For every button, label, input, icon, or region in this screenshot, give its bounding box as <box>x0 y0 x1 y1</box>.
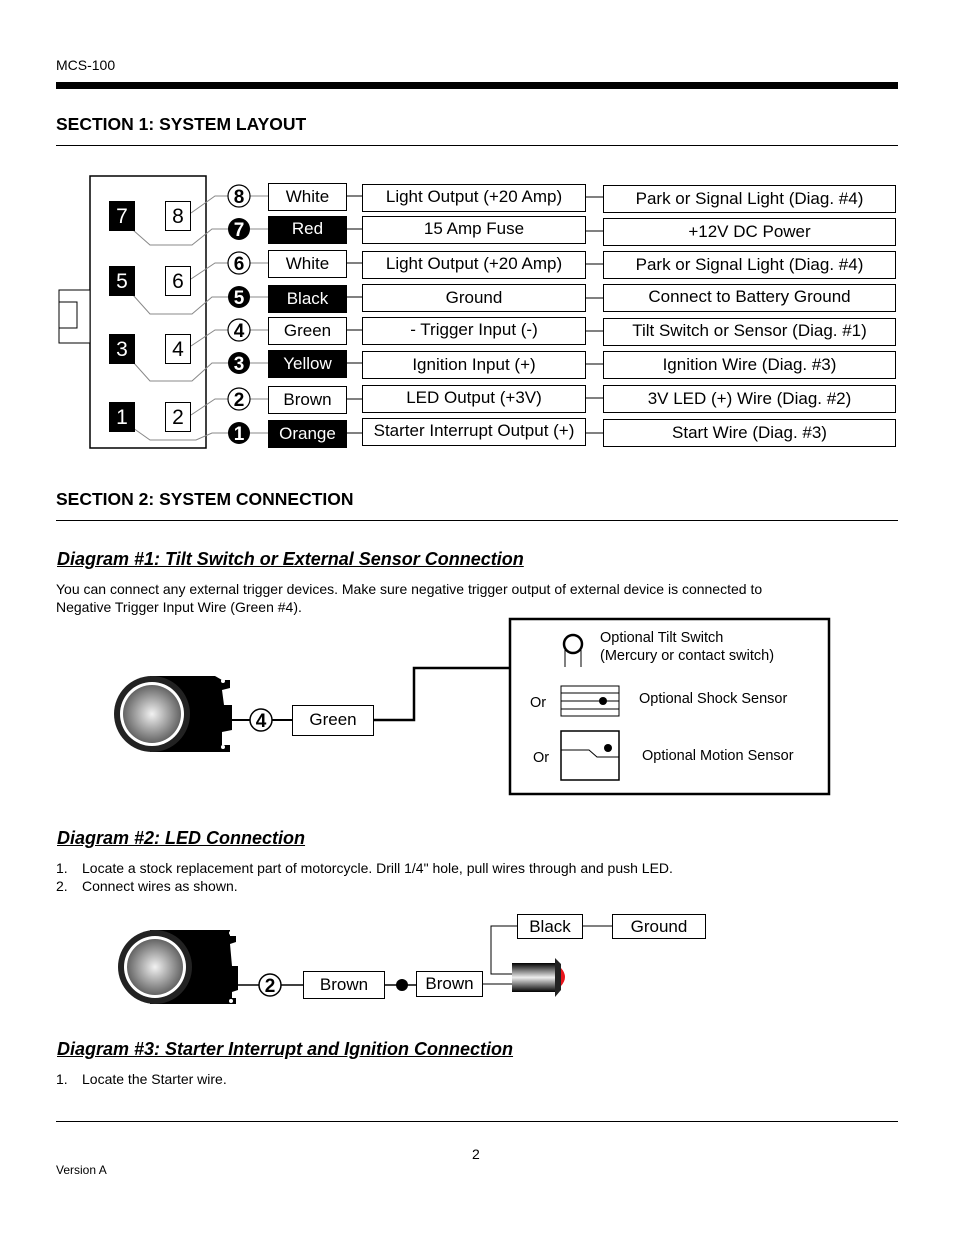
wire-destination-5: Connect to Battery Ground <box>603 284 896 312</box>
wire-function-1: Starter Interrupt Output (+) <box>362 418 586 446</box>
diagram1-description-line1: You can connect any external trigger dev… <box>56 581 763 597</box>
wire-destination-8: Park or Signal Light (Diag. #4) <box>603 185 896 213</box>
tilt-switch-sublabel: (Mercury or contact switch) <box>600 648 775 664</box>
wire-function-7: 15 Amp Fuse <box>362 216 586 244</box>
diagram2-pin-label: 2 <box>265 976 276 997</box>
diagram2-step-1: 1. Locate a stock replacement part of mot… <box>56 860 673 876</box>
step-text: Locate the Starter wire. <box>82 1071 227 1087</box>
pin-circle-label-1: 1 <box>234 424 245 445</box>
step-text: Connect wires as shown. <box>82 878 238 894</box>
wire-destination-6: Park or Signal Light (Diag. #4) <box>603 251 896 279</box>
diagram2-title: Diagram #2: LED Connection <box>57 828 306 848</box>
diagram2-step-2: 2. Connect wires as shown. <box>56 878 238 894</box>
wire-destination-3: Ignition Wire (Diag. #3) <box>603 351 896 379</box>
step-number: 1. <box>56 1071 68 1087</box>
pin-circle-label-7: 7 <box>234 220 245 241</box>
wire-function-2: LED Output (+3V) <box>362 385 586 413</box>
wire-function-8: Light Output (+20 Amp) <box>362 184 586 212</box>
wire-function-6: Light Output (+20 Amp) <box>362 251 586 279</box>
diagram1-wire <box>374 666 511 722</box>
wire-color-8: White <box>268 183 347 211</box>
diagram1-title: Diagram #1: Tilt Switch or External Sens… <box>57 549 524 569</box>
pin-circle-label-8: 8 <box>234 187 245 208</box>
diagram3-title: Diagram #3: Starter Interrupt and Igniti… <box>57 1039 514 1059</box>
connector-pin-7: 7 <box>109 201 135 231</box>
diagram2-wire-label: Brown <box>303 971 385 999</box>
diagram1-description-line2: Negative Trigger Input Wire (Green #4). <box>56 599 302 615</box>
wire-leads <box>250 195 268 434</box>
page-number: 2 <box>472 1146 480 1162</box>
motion-sensor-icon <box>560 730 620 781</box>
diagram1-wire-label: Green <box>292 705 374 736</box>
tilt-switch-label: Optional Tilt Switch <box>600 630 724 646</box>
led-body <box>512 963 556 992</box>
led-ground-wire-label: Black <box>517 914 583 939</box>
shock-sensor-icon <box>560 685 620 717</box>
connector-pin-8: 8 <box>165 201 191 231</box>
wire-color-3: Yellow <box>268 350 347 378</box>
pin-circle-label-3: 3 <box>234 354 245 375</box>
led-lens <box>561 968 565 986</box>
section2-title: SECTION 2: SYSTEM CONNECTION <box>56 489 354 509</box>
wire-color-1: Orange <box>268 420 347 448</box>
diagram3-step-1: 1. Locate the Starter wire. <box>56 1071 227 1087</box>
connector-pin-1: 1 <box>109 402 135 432</box>
pin-circle-label-6: 6 <box>234 254 245 275</box>
connector-pin-2: 2 <box>165 402 191 432</box>
or-label-1: Or <box>530 695 547 711</box>
wire-destination-4: Tilt Switch or Sensor (Diag. #1) <box>603 318 896 346</box>
pin-circle-label-5: 5 <box>234 288 245 309</box>
motion-sensor-label: Optional Motion Sensor <box>642 748 794 764</box>
footer-rule <box>56 1121 898 1122</box>
step-number: 2. <box>56 878 68 894</box>
connector-pin-4: 4 <box>165 334 191 364</box>
or-label-2: Or <box>533 750 550 766</box>
wire-destination-7: +12V DC Power <box>603 218 896 246</box>
pin-circle-label-4: 4 <box>234 321 245 342</box>
wire-color-7: Red <box>268 216 347 244</box>
splice-dot <box>396 979 408 991</box>
shock-sensor-label: Optional Shock Sensor <box>639 691 788 707</box>
version-label: Version A <box>56 1163 107 1177</box>
ground-label: Ground <box>612 914 706 939</box>
wire-function-3: Ignition Input (+) <box>362 351 586 379</box>
led-wire-label: Brown <box>416 971 483 997</box>
connector-pin-6: 6 <box>165 266 191 296</box>
siren-lens-2 <box>127 939 183 995</box>
wire-color-5: Black <box>268 285 347 313</box>
diagram1-pin-label: 4 <box>256 711 267 732</box>
pin-circle-label-2: 2 <box>234 390 245 411</box>
wire-function-5: Ground <box>362 284 586 312</box>
connector-pin-3: 3 <box>109 334 135 364</box>
step-text: Locate a stock replacement part of motor… <box>82 860 673 876</box>
wire-color-2: Brown <box>268 386 347 414</box>
connector-pin-5: 5 <box>109 266 135 296</box>
wire-color-4: Green <box>268 317 347 345</box>
siren-lens <box>123 685 181 743</box>
wire-color-6: White <box>268 250 347 278</box>
section2-rule <box>56 520 898 521</box>
connector-latch-inner <box>58 301 78 329</box>
tilt-switch-icon <box>562 633 584 655</box>
wire-destination-1: Start Wire (Diag. #3) <box>603 419 896 447</box>
step-number: 1. <box>56 860 68 876</box>
wire-function-4: - Trigger Input (-) <box>362 317 586 345</box>
wire-destination-2: 3V LED (+) Wire (Diag. #2) <box>603 385 896 413</box>
